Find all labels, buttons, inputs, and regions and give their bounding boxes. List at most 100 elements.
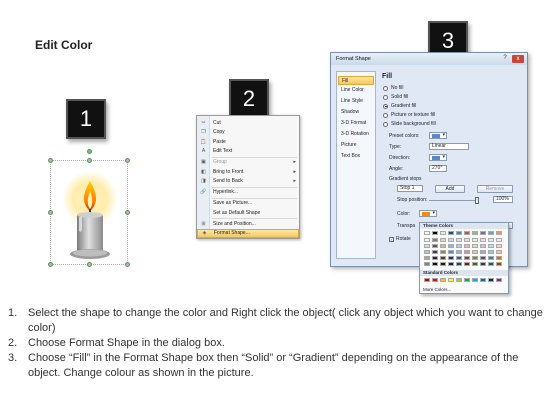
radio-dot[interactable] bbox=[383, 112, 388, 118]
menu-item-size-and-position[interactable]: ⊞ Size and Position... bbox=[197, 219, 299, 228]
theme-shade-swatch[interactable] bbox=[496, 244, 502, 248]
theme-color-swatch[interactable] bbox=[456, 231, 462, 235]
theme-shade-swatch[interactable] bbox=[432, 244, 438, 248]
theme-shade-swatch[interactable] bbox=[480, 250, 486, 254]
theme-shade-swatch[interactable] bbox=[488, 262, 494, 266]
nav-item-line-style[interactable]: Line Style bbox=[338, 97, 374, 106]
theme-shade-swatch[interactable] bbox=[448, 244, 454, 248]
standard-color-swatch[interactable] bbox=[424, 278, 430, 282]
selected-candle-shape[interactable] bbox=[48, 149, 130, 267]
theme-shade-swatch[interactable] bbox=[480, 238, 486, 242]
theme-shade-swatch[interactable] bbox=[440, 238, 446, 242]
theme-shade-swatch[interactable] bbox=[496, 250, 502, 254]
radio-dot[interactable] bbox=[383, 121, 388, 127]
theme-color-swatch[interactable] bbox=[432, 231, 438, 235]
theme-shade-swatch[interactable] bbox=[440, 244, 446, 248]
theme-shade-swatch[interactable] bbox=[472, 262, 478, 266]
theme-color-swatch[interactable] bbox=[440, 231, 446, 235]
theme-shade-swatch[interactable] bbox=[448, 238, 454, 242]
standard-color-swatch[interactable] bbox=[496, 278, 502, 282]
help-button[interactable]: ? bbox=[501, 55, 509, 63]
theme-shade-swatch[interactable] bbox=[448, 250, 454, 254]
theme-shade-swatch[interactable] bbox=[496, 256, 502, 260]
theme-shade-swatch[interactable] bbox=[456, 250, 462, 254]
radio-no-fill[interactable]: No fill bbox=[383, 85, 404, 91]
theme-shade-swatch[interactable] bbox=[440, 250, 446, 254]
remove-stop-button[interactable]: Remove bbox=[477, 185, 513, 193]
menu-item-format-shape[interactable]: ◈ Format Shape... bbox=[197, 228, 299, 238]
theme-shade-swatch[interactable] bbox=[464, 238, 470, 242]
rotate-checkbox-row[interactable]: ✓ Rotate bbox=[389, 236, 411, 242]
theme-shade-swatch[interactable] bbox=[424, 262, 430, 266]
color-dropdown[interactable]: ▾ bbox=[419, 210, 437, 217]
theme-shade-swatch[interactable] bbox=[464, 244, 470, 248]
nav-item-3d-format[interactable]: 3-D Format bbox=[338, 119, 374, 128]
nav-item-3d-rotation[interactable]: 3-D Rotation bbox=[338, 130, 374, 139]
theme-color-swatch[interactable] bbox=[464, 231, 470, 235]
standard-color-swatch[interactable] bbox=[480, 278, 486, 282]
menu-item-save-as-picture[interactable]: Save as Picture... bbox=[197, 199, 299, 208]
theme-shade-swatch[interactable] bbox=[440, 256, 446, 260]
nav-item-picture[interactable]: Picture bbox=[338, 141, 374, 150]
menu-item-send-to-back[interactable]: ◨ Send to Back ▸ bbox=[197, 177, 299, 186]
theme-shade-swatch[interactable] bbox=[472, 244, 478, 248]
theme-shade-swatch[interactable] bbox=[472, 238, 478, 242]
direction-dropdown[interactable]: ▾ bbox=[429, 154, 447, 161]
menu-item-bring-to-front[interactable]: ◧ Bring to Front ▸ bbox=[197, 167, 299, 176]
theme-shade-swatch[interactable] bbox=[456, 238, 462, 242]
theme-shade-swatch[interactable] bbox=[480, 244, 486, 248]
stop-position-slider[interactable] bbox=[429, 200, 475, 201]
theme-shade-swatch[interactable] bbox=[424, 256, 430, 260]
menu-item-cut[interactable]: ✂ Cut bbox=[197, 118, 299, 127]
theme-color-swatch[interactable] bbox=[488, 231, 494, 235]
stop-select[interactable]: Stop 1 bbox=[397, 185, 423, 192]
theme-shade-swatch[interactable] bbox=[424, 244, 430, 248]
nav-item-shadow[interactable]: Shadow bbox=[338, 108, 374, 117]
theme-color-swatch[interactable] bbox=[424, 231, 430, 235]
theme-shade-swatch[interactable] bbox=[488, 238, 494, 242]
preset-colors-dropdown[interactable]: ▾ bbox=[429, 132, 447, 139]
theme-shade-swatch[interactable] bbox=[488, 250, 494, 254]
menu-item-hyperlink[interactable]: 🔗 Hyperlink... bbox=[197, 188, 299, 197]
radio-dot[interactable] bbox=[383, 94, 388, 100]
theme-shade-swatch[interactable] bbox=[432, 256, 438, 260]
menu-item-paste[interactable]: 📋 Paste bbox=[197, 137, 299, 146]
theme-color-swatch[interactable] bbox=[448, 231, 454, 235]
theme-shade-swatch[interactable] bbox=[488, 244, 494, 248]
theme-shade-swatch[interactable] bbox=[464, 256, 470, 260]
radio-slide-bg-fill[interactable]: Slide background fill bbox=[383, 121, 436, 127]
theme-color-swatch[interactable] bbox=[496, 231, 502, 235]
theme-color-swatch[interactable] bbox=[472, 231, 478, 235]
stop-position-knob[interactable] bbox=[475, 197, 479, 204]
theme-shade-swatch[interactable] bbox=[424, 238, 430, 242]
standard-color-swatch[interactable] bbox=[472, 278, 478, 282]
radio-picture-fill[interactable]: Picture or texture fill bbox=[383, 112, 435, 118]
standard-color-swatch[interactable] bbox=[432, 278, 438, 282]
menu-item-copy[interactable]: ❐ Copy bbox=[197, 128, 299, 137]
theme-shade-swatch[interactable] bbox=[488, 256, 494, 260]
standard-color-swatch[interactable] bbox=[488, 278, 494, 282]
theme-shade-swatch[interactable] bbox=[440, 262, 446, 266]
radio-dot-selected[interactable] bbox=[383, 103, 388, 109]
radio-solid-fill[interactable]: Solid fill bbox=[383, 94, 408, 100]
theme-shade-swatch[interactable] bbox=[448, 262, 454, 266]
close-button[interactable]: x bbox=[512, 55, 524, 63]
radio-dot[interactable] bbox=[383, 85, 388, 91]
nav-item-line-color[interactable]: Line Color bbox=[338, 86, 374, 95]
theme-shade-swatch[interactable] bbox=[456, 244, 462, 248]
menu-item-group[interactable]: ▣ Group ▸ bbox=[197, 158, 299, 167]
theme-shade-swatch[interactable] bbox=[456, 262, 462, 266]
standard-color-swatch[interactable] bbox=[456, 278, 462, 282]
theme-shade-swatch[interactable] bbox=[496, 262, 502, 266]
rotate-checkbox[interactable]: ✓ bbox=[389, 236, 394, 242]
theme-color-swatch[interactable] bbox=[480, 231, 486, 235]
standard-color-swatch[interactable] bbox=[448, 278, 454, 282]
theme-shade-swatch[interactable] bbox=[432, 262, 438, 266]
theme-shade-swatch[interactable] bbox=[480, 256, 486, 260]
stop-position-input[interactable]: 100% bbox=[493, 196, 513, 203]
theme-shade-swatch[interactable] bbox=[448, 256, 454, 260]
type-select[interactable]: Linear bbox=[429, 143, 469, 150]
theme-shade-swatch[interactable] bbox=[472, 256, 478, 260]
add-stop-button[interactable]: Add bbox=[435, 185, 465, 193]
theme-shade-swatch[interactable] bbox=[456, 256, 462, 260]
